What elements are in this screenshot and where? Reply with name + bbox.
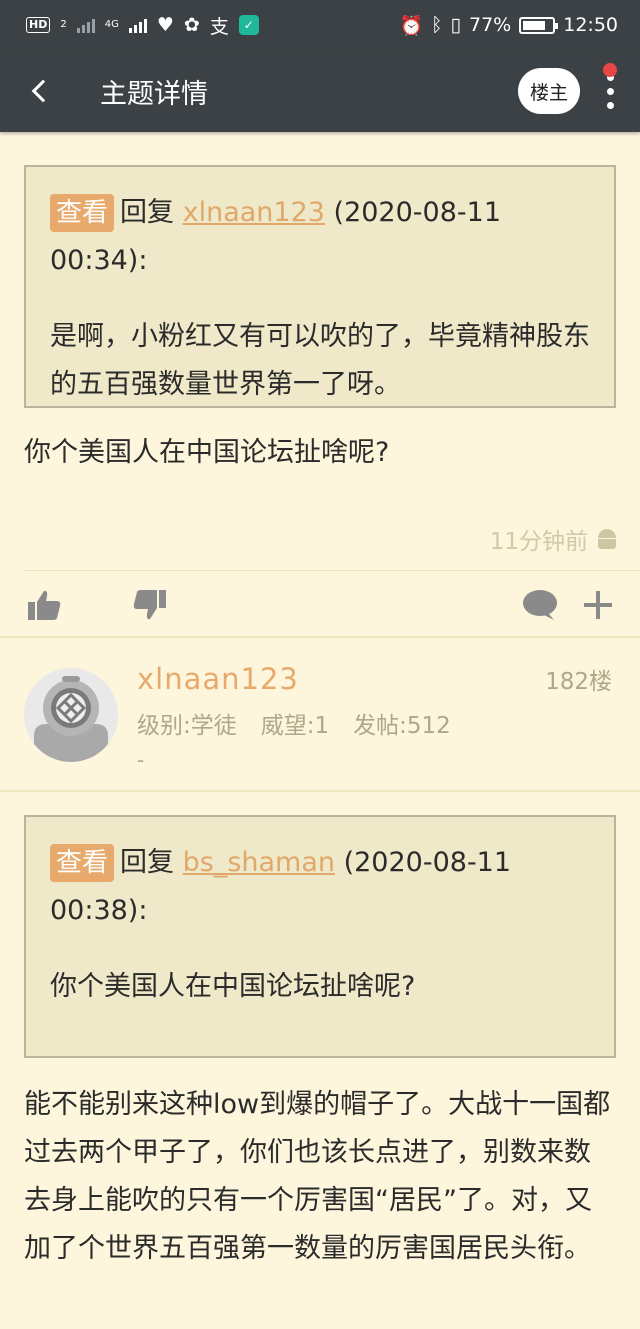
user-level: 级别:学徒 [137, 713, 237, 739]
network-type: 4G [104, 19, 119, 30]
user-meta: 级别:学徒 威望:1 发帖:512 [137, 706, 451, 740]
reply-prefix: 回复 [120, 847, 175, 878]
battery-percent: 77% [469, 14, 512, 36]
status-bar: HD 2 4G ♥ ✿ 支 ✓ ⏰ ᛒ ▯ 77% 12:50 [0, 0, 640, 50]
paw-icon: ✿ [183, 14, 200, 36]
alipay-icon: 支 [209, 15, 229, 38]
back-icon[interactable] [0, 50, 96, 132]
app-bar: 主题详情 楼主 [0, 50, 640, 132]
quoted-user-link[interactable]: bs_shaman [183, 847, 335, 878]
bluetooth-icon: ᛒ [431, 14, 443, 36]
user-post-count: 发帖:512 [353, 713, 451, 739]
avatar[interactable] [24, 668, 118, 762]
vibrate-icon: ▯ [450, 14, 461, 36]
add-icon[interactable] [578, 571, 618, 639]
post-181: 查看 回复 xlnaan123 (2020-08-11 00:34): 是啊，小粉… [0, 165, 640, 408]
quote-body: 你个美国人在中国论坛扯啥呢? [50, 971, 416, 1002]
post-182: 查看 回复 bs_shaman (2020-08-11 00:38): 你个美国人… [0, 815, 640, 1058]
app-notification-icon: ✓ [238, 15, 259, 35]
thumbs-down-icon[interactable] [130, 571, 170, 639]
floor-number: 182楼 [545, 669, 612, 695]
clock: 12:50 [563, 14, 618, 36]
more-icon[interactable] [580, 50, 640, 132]
comment-icon[interactable] [520, 571, 560, 639]
quoted-user-link[interactable]: xlnaan123 [183, 197, 325, 228]
battery-icon [519, 16, 559, 34]
post-user-header: xlnaan123 182楼 级别:学徒 威望:1 发帖:512 - [0, 636, 640, 792]
notification-dot [603, 63, 617, 77]
alarm-icon: ⏰ [399, 14, 424, 37]
quote-body: 是啊，小粉红又有可以吹的了，毕竟精神股东的五百强数量世界第一了呀。 [50, 321, 590, 400]
post-actions [0, 571, 640, 639]
quote-box: 查看 回复 bs_shaman (2020-08-11 00:38): 你个美国人… [24, 815, 616, 1058]
owner-only-button[interactable]: 楼主 [518, 68, 580, 114]
time-ago: 11分钟前 [489, 529, 588, 555]
thumbs-up-icon[interactable] [24, 571, 64, 639]
user-signature: - [137, 748, 145, 772]
view-quote-button[interactable]: 查看 [50, 844, 115, 882]
signal-icon-2 [128, 17, 147, 33]
view-quote-button[interactable]: 查看 [50, 194, 115, 232]
sim-index: 2 [60, 19, 67, 30]
user-prestige: 威望:1 [260, 713, 330, 739]
android-icon [596, 529, 618, 549]
post-body: 你个美国人在中国论坛扯啥呢? [24, 437, 390, 468]
page-title: 主题详情 [100, 78, 208, 110]
signal-icon [76, 17, 95, 33]
quote-box: 查看 回复 xlnaan123 (2020-08-11 00:34): 是啊，小粉… [24, 165, 616, 408]
post-time: 11分钟前 [490, 522, 618, 556]
username[interactable]: xlnaan123 [137, 662, 299, 696]
heart-icon: ♥ [156, 14, 174, 36]
hd-indicator: HD [26, 17, 51, 33]
post-body: 能不能别来这种low到爆的帽子了。大战十一国都过去两个甲子了，你们也该长点进了，… [24, 1089, 611, 1264]
reply-prefix: 回复 [120, 197, 175, 228]
